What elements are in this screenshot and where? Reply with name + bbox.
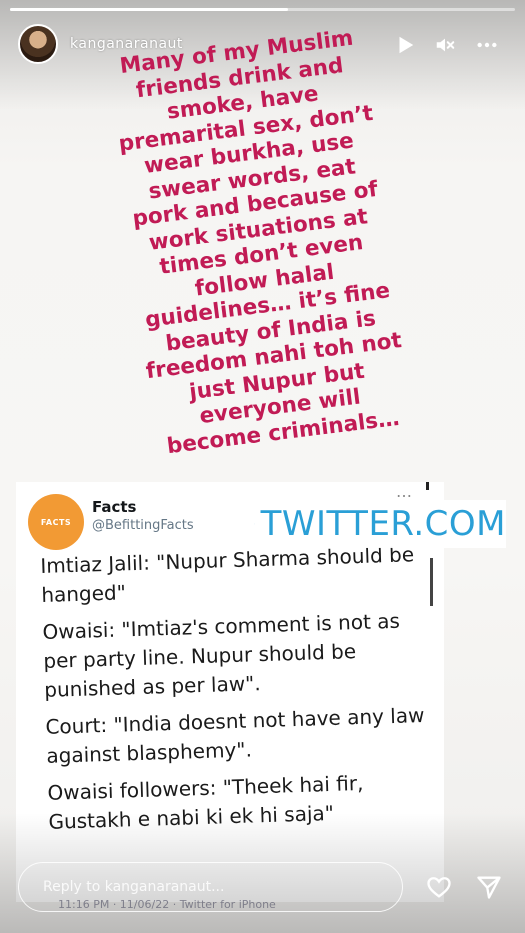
reply-input[interactable] — [41, 875, 385, 899]
send-icon — [477, 876, 501, 899]
more-options-button[interactable] — [474, 32, 500, 58]
like-button[interactable] — [422, 870, 456, 904]
story-progress-fill — [10, 8, 288, 11]
tweet-line: Imtiaz Jalil: "Nupur Sharma should be ha… — [40, 542, 415, 607]
play-button[interactable] — [392, 32, 418, 58]
story-username[interactable]: kanganaranaut — [70, 36, 183, 52]
story-view: Many of my Muslim friends drink and smok… — [0, 0, 525, 933]
story-progress-bar — [10, 8, 515, 11]
tweet-timestamp: 11:16 PM · 11/06/22 · Twitter for iPhone — [58, 898, 276, 911]
avatar[interactable] — [18, 24, 58, 64]
tweet-body: Imtiaz Jalil: "Nupur Sharma should be ha… — [40, 540, 444, 845]
divider — [426, 482, 429, 490]
heart-icon — [427, 877, 451, 898]
link-sticker[interactable]: TWITTER.COM — [248, 500, 506, 548]
mute-button[interactable] — [432, 32, 458, 58]
tweet-avatar: FACTS — [28, 494, 84, 550]
tweet-more-indicator: … — [396, 482, 412, 501]
link-sticker-label: TWITTER.COM — [260, 504, 506, 544]
mute-icon — [436, 38, 455, 52]
share-button[interactable] — [472, 870, 506, 904]
tweet-author-name: Facts — [92, 498, 137, 516]
tweet-line: Owaisi: "Imtiaz's comment is not as per … — [42, 608, 401, 702]
tweet-author-handle: @BefittingFacts — [92, 518, 194, 533]
link-icon — [254, 523, 255, 525]
tweet-line: Court: "India doesnt not have any law ag… — [45, 703, 425, 768]
more-icon — [477, 42, 497, 48]
story-overlay-text: Many of my Muslim friends drink and smok… — [117, 25, 404, 459]
play-icon — [399, 36, 414, 54]
story-header: kanganaranaut — [18, 24, 508, 70]
